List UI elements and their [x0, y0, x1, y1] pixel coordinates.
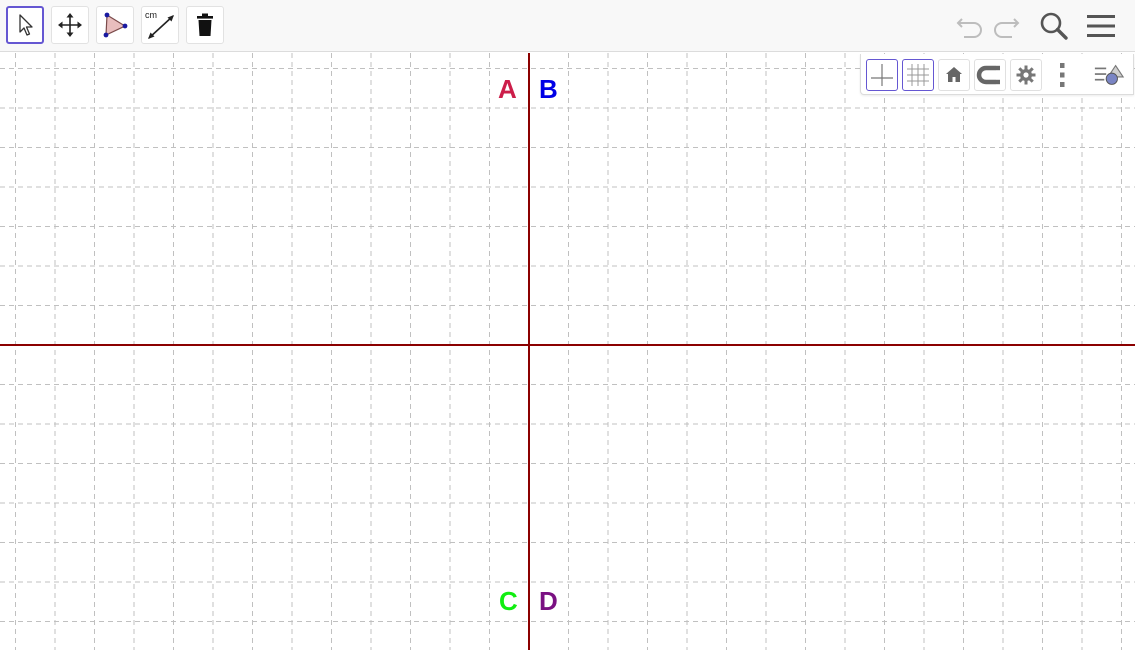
- point-label-b[interactable]: B: [539, 76, 558, 102]
- point-capturing-button[interactable]: [974, 59, 1006, 91]
- graphics-style-bar: [860, 54, 1134, 95]
- hamburger-menu-icon: [1087, 15, 1115, 37]
- undo-icon: [956, 18, 982, 38]
- more-vertical-icon: [1060, 63, 1065, 87]
- point-label-a[interactable]: A: [498, 76, 517, 102]
- arrow-pointer-icon: [19, 14, 33, 36]
- toggle-axes-button[interactable]: [866, 59, 898, 91]
- toggle-algebra-view-button[interactable]: [1093, 59, 1125, 91]
- graphics-view[interactable]: A B C D: [0, 53, 1135, 650]
- delete-tool-button[interactable]: [186, 6, 224, 44]
- toolbar: cm: [0, 0, 1135, 52]
- trash-icon: [197, 13, 213, 36]
- gear-icon: [1016, 65, 1036, 85]
- standard-view-button[interactable]: [938, 59, 970, 91]
- ruler-distance-icon: cm: [145, 10, 174, 39]
- search-icon: [1040, 12, 1068, 40]
- toggle-grid-button[interactable]: [902, 59, 934, 91]
- point-label-c[interactable]: C: [499, 588, 518, 614]
- triangle-icon: [103, 12, 128, 38]
- move-graphics-view-button[interactable]: [51, 6, 89, 44]
- redo-icon: [994, 18, 1020, 38]
- polygon-tool-button[interactable]: [96, 6, 134, 44]
- undo-button[interactable]: [952, 8, 988, 44]
- algebra-view-icon: [1094, 64, 1125, 85]
- move-arrows-icon: [58, 13, 82, 37]
- graphics-settings-button[interactable]: [1010, 59, 1042, 91]
- move-tool-button[interactable]: [6, 6, 44, 44]
- distance-tool-button[interactable]: cm: [141, 6, 179, 44]
- cm-label: cm: [145, 10, 157, 20]
- axes-icon: [871, 64, 893, 86]
- magnet-icon: [976, 65, 1000, 85]
- coordinate-grid: [0, 53, 1135, 650]
- point-label-d[interactable]: D: [539, 588, 558, 614]
- grid-icon: [907, 64, 929, 86]
- main-menu-button[interactable]: [1083, 8, 1119, 44]
- redo-button[interactable]: [988, 8, 1024, 44]
- home-icon: [946, 67, 962, 82]
- search-button[interactable]: [1036, 8, 1072, 44]
- more-options-button[interactable]: [1046, 59, 1078, 91]
